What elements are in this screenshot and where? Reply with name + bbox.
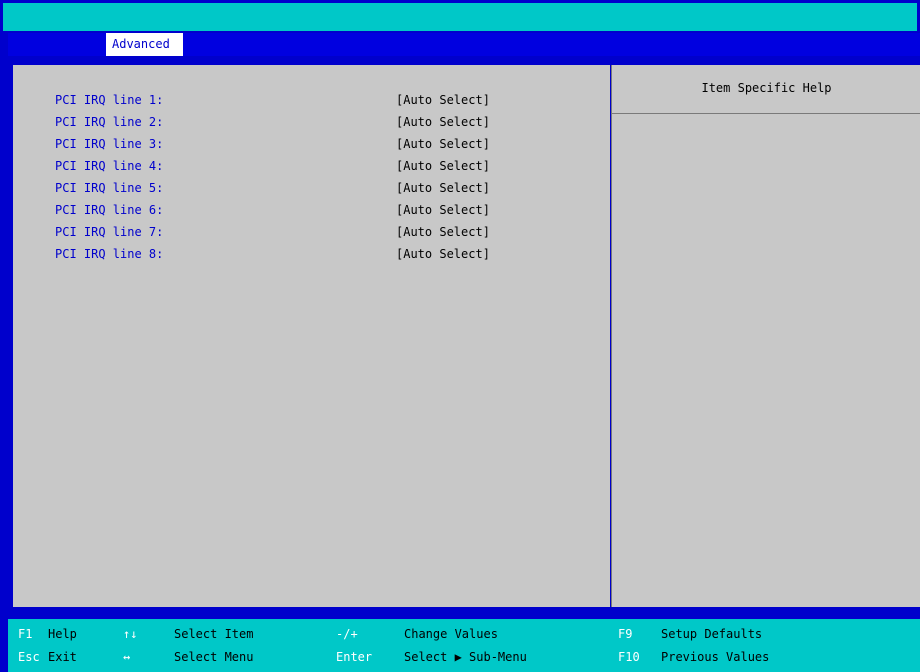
key-name: Enter xyxy=(336,650,373,664)
tab-advanced[interactable]: Advanced xyxy=(101,33,183,56)
key-description: Previous Values xyxy=(661,650,770,664)
setting-label: PCI IRQ line 4: xyxy=(55,159,164,173)
setting-label: PCI IRQ line 8: xyxy=(55,247,164,261)
key-name: F9 xyxy=(618,627,633,641)
setting-row-pci-irq-7[interactable]: PCI IRQ line 7: [Auto Select] xyxy=(55,221,575,243)
setting-row-pci-irq-6[interactable]: PCI IRQ line 6: [Auto Select] xyxy=(55,199,575,221)
title-band xyxy=(3,3,917,31)
setting-label: PCI IRQ line 2: xyxy=(55,115,164,129)
setting-label: PCI IRQ line 7: xyxy=(55,225,164,239)
setting-row-pci-irq-1[interactable]: PCI IRQ line 1: [Auto Select] xyxy=(55,89,575,111)
setting-row-pci-irq-5[interactable]: PCI IRQ line 5: [Auto Select] xyxy=(55,177,575,199)
setting-label: PCI IRQ line 3: xyxy=(55,137,164,151)
setting-value[interactable]: [Auto Select] xyxy=(396,155,490,177)
key-legend-footer: F1 Help Esc Exit ↑↓ Select Item ↔ Select… xyxy=(8,619,920,672)
setting-value[interactable]: [Auto Select] xyxy=(396,243,490,265)
key-description: Help xyxy=(48,627,77,641)
setting-value[interactable]: [Auto Select] xyxy=(396,199,490,221)
setting-value[interactable]: [Auto Select] xyxy=(396,89,490,111)
setting-label: PCI IRQ line 5: xyxy=(55,181,164,195)
key-name: -/+ xyxy=(336,627,358,641)
setting-row-pci-irq-2[interactable]: PCI IRQ line 2: [Auto Select] xyxy=(55,111,575,133)
help-panel-title: Item Specific Help xyxy=(612,65,920,114)
setting-row-pci-irq-8[interactable]: PCI IRQ line 8: [Auto Select] xyxy=(55,243,575,265)
key-description: Exit xyxy=(48,650,77,664)
setting-value[interactable]: [Auto Select] xyxy=(396,133,490,155)
bios-setup-screen: Advanced PCI IRQ line 1: [Auto Select] P… xyxy=(0,0,920,672)
settings-panel: PCI IRQ line 1: [Auto Select] PCI IRQ li… xyxy=(13,65,610,607)
key-description: Setup Defaults xyxy=(661,627,763,641)
key-description: Select ▶ Sub-Menu xyxy=(404,650,527,664)
setting-row-pci-irq-4[interactable]: PCI IRQ line 4: [Auto Select] xyxy=(55,155,575,177)
setting-value[interactable]: [Auto Select] xyxy=(396,177,490,199)
key-description: Select Menu xyxy=(174,650,254,664)
setting-label: PCI IRQ line 1: xyxy=(55,93,164,107)
key-description: Select Item xyxy=(174,627,254,641)
left-right-arrows-icon: ↔ xyxy=(123,650,131,664)
key-name: F1 xyxy=(18,627,33,641)
setting-row-pci-irq-3[interactable]: PCI IRQ line 3: [Auto Select] xyxy=(55,133,575,155)
menu-bar: Advanced xyxy=(8,33,920,56)
setting-label: PCI IRQ line 6: xyxy=(55,203,164,217)
setting-value[interactable]: [Auto Select] xyxy=(396,221,490,243)
help-panel: Item Specific Help xyxy=(611,65,920,607)
key-description: Change Values xyxy=(404,627,498,641)
setting-value[interactable]: [Auto Select] xyxy=(396,111,490,133)
up-down-arrows-icon: ↑↓ xyxy=(123,627,138,641)
key-name: F10 xyxy=(618,650,640,664)
key-name: Esc xyxy=(18,650,40,664)
